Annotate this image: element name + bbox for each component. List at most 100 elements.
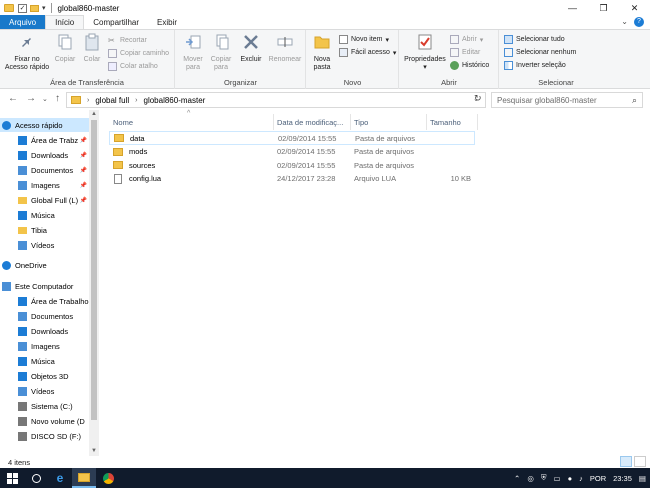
sidebar-item[interactable]: Este Computador — [0, 279, 89, 293]
sidebar-item[interactable]: Tibia — [0, 223, 89, 237]
column-header-type[interactable]: Tipo — [354, 115, 368, 129]
sidebar-item[interactable]: Downloads — [0, 324, 89, 338]
copy-to-button[interactable]: Copiar para — [208, 33, 234, 72]
documents-icon — [18, 165, 27, 175]
move-to-button[interactable]: Mover para — [180, 33, 206, 72]
breadcrumb-global-full[interactable]: global full — [95, 96, 129, 105]
language-indicator[interactable]: POR — [590, 474, 606, 483]
large-icons-view-button[interactable] — [634, 456, 646, 467]
sidebar-item[interactable]: Novo volume (D — [0, 414, 89, 428]
refresh-icon[interactable]: ↻ — [474, 93, 482, 104]
clock[interactable]: 23:35 — [613, 474, 632, 483]
sidebar-item[interactable]: Área de Trabalho — [0, 294, 89, 308]
table-row[interactable]: config.lua 24/12/2017 23:28 Arquivo LUA 10 … — [109, 172, 475, 186]
tab-view[interactable]: Exibir — [148, 15, 186, 29]
breadcrumb-chevron-icon[interactable]: › — [87, 97, 89, 104]
table-row[interactable]: mods 02/09/2014 15:55 Pasta de arquivos — [109, 145, 475, 159]
clipboard-group-label: Área de Transferência — [50, 78, 124, 87]
customize-toolbar-icon[interactable]: ▾ — [42, 4, 46, 12]
collapse-ribbon-icon[interactable]: ⌄ — [621, 17, 628, 27]
new-folder-button[interactable]: Nova pasta — [309, 33, 335, 72]
breadcrumb-current[interactable]: global860-master — [144, 96, 206, 105]
column-header-date[interactable]: Data de modificaç... — [277, 115, 343, 129]
chrome-button[interactable] — [96, 468, 120, 488]
table-row[interactable]: sources 02/09/2014 15:55 Pasta de arquivos — [109, 158, 475, 172]
easy-access-button[interactable]: Fácil acesso ▾ — [339, 48, 396, 57]
notifications-icon[interactable]: ▤ — [639, 474, 646, 483]
invert-selection-button[interactable]: Inverter seleção — [504, 61, 566, 70]
sidebar-item[interactable]: OneDrive — [0, 258, 89, 272]
column-header-size[interactable]: Tamanho — [430, 115, 461, 129]
breadcrumb-chevron-icon[interactable]: › — [135, 97, 137, 104]
network-icon[interactable]: ▭ — [553, 474, 560, 483]
paste-shortcut-button[interactable]: Colar atalho — [108, 62, 158, 71]
properties-quick-icon[interactable]: ✓ — [18, 3, 27, 13]
scroll-down-icon[interactable]: ▼ — [91, 448, 97, 454]
copy-path-button[interactable]: Copiar caminho — [108, 49, 169, 58]
edge-button[interactable]: e — [48, 468, 72, 488]
invert-selection-label: Inverter seleção — [516, 62, 566, 69]
sidebar-item[interactable]: Global Full (L) 📌 — [0, 193, 89, 207]
pin-quick-access-button[interactable]: Fixar no Acesso rápido — [2, 33, 52, 72]
address-bar[interactable]: › global full › global860-master ⌄ — [66, 92, 486, 108]
tab-file[interactable]: Arquivo — [0, 15, 46, 29]
help-icon[interactable]: ? — [634, 17, 644, 27]
column-divider[interactable] — [273, 114, 274, 130]
close-button[interactable]: ✕ — [619, 0, 650, 16]
sidebar-item[interactable]: Acesso rápido — [0, 118, 89, 132]
sidebar-item[interactable]: Área de Trabz 📌 — [0, 133, 89, 147]
details-view-button[interactable] — [620, 456, 632, 467]
tab-share[interactable]: Compartilhar — [84, 15, 148, 29]
delete-button[interactable]: Excluir — [238, 33, 264, 64]
back-arrow-icon[interactable]: ← — [8, 93, 18, 104]
sidebar-item[interactable]: Música — [0, 354, 89, 368]
sidebar-item[interactable]: Imagens 📌 — [0, 178, 89, 192]
security-icon[interactable]: ⛨ — [541, 473, 547, 483]
tab-home[interactable]: Início — [45, 15, 85, 29]
nav-scrollbar-thumb[interactable] — [91, 120, 97, 420]
sidebar-item[interactable]: Sistema (C:) — [0, 399, 89, 413]
minimize-button[interactable]: — — [557, 0, 588, 16]
sidebar-item[interactable]: Imagens — [0, 339, 89, 353]
sidebar-item[interactable]: Downloads 📌 — [0, 148, 89, 162]
paste-button[interactable]: Colar — [79, 33, 105, 64]
edit-button[interactable]: Editar — [450, 48, 480, 57]
recent-locations-icon[interactable]: ⌄ — [42, 95, 48, 103]
show-hidden-icons-icon[interactable]: ⌃ — [514, 474, 520, 483]
easy-access-label: Fácil acesso — [351, 49, 390, 56]
cut-button[interactable]: ✂ Recortar — [108, 36, 147, 45]
forward-arrow-icon[interactable]: → — [26, 93, 36, 104]
column-header-name[interactable]: Nome — [113, 115, 133, 129]
volume-icon[interactable]: ♪ — [579, 474, 583, 483]
column-divider[interactable] — [350, 114, 351, 130]
sidebar-item[interactable]: Vídeos — [0, 238, 89, 252]
sidebar-item[interactable]: Documentos — [0, 309, 89, 323]
open-button[interactable]: Abrir ▾ — [450, 35, 483, 44]
select-none-button[interactable]: Selecionar nenhum — [504, 48, 576, 57]
sidebar-item[interactable]: Objetos 3D — [0, 369, 89, 383]
table-row[interactable]: data 02/09/2014 15:55 Pasta de arquivos — [109, 131, 475, 145]
sidebar-item[interactable]: Música — [0, 208, 89, 222]
history-button[interactable]: Histórico — [450, 61, 489, 70]
maximize-button[interactable]: ❐ — [588, 0, 619, 16]
search-input[interactable]: Pesquisar global860-master ⌕ — [491, 92, 643, 108]
column-divider[interactable] — [477, 114, 478, 130]
select-all-button[interactable]: Selecionar tudo — [504, 35, 565, 44]
new-item-button[interactable]: Novo item ▾ — [339, 35, 389, 44]
sidebar-item[interactable]: Vídeos — [0, 384, 89, 398]
copy-button[interactable]: Copiar — [52, 33, 78, 64]
file-explorer-taskbar-button[interactable] — [72, 468, 96, 488]
start-button[interactable] — [0, 468, 24, 488]
cell-type: Arquivo LUA — [354, 174, 397, 183]
column-divider[interactable] — [426, 114, 427, 130]
tray-app-icon[interactable]: ● — [568, 474, 573, 483]
sidebar-item[interactable]: Documentos 📌 — [0, 163, 89, 177]
sidebar-item[interactable]: DISCO SD (F:) — [0, 429, 89, 443]
properties-button[interactable]: Propriedades ▾ — [402, 33, 448, 72]
scroll-up-icon[interactable]: ▲ — [91, 111, 97, 117]
tray-app-icon[interactable]: ◎ — [527, 474, 534, 483]
new-folder-quick-icon[interactable] — [30, 4, 39, 12]
rename-button[interactable]: Renomear — [268, 33, 302, 64]
search-taskbar-button[interactable] — [24, 468, 48, 488]
up-arrow-icon[interactable]: ↑ — [55, 93, 60, 104]
